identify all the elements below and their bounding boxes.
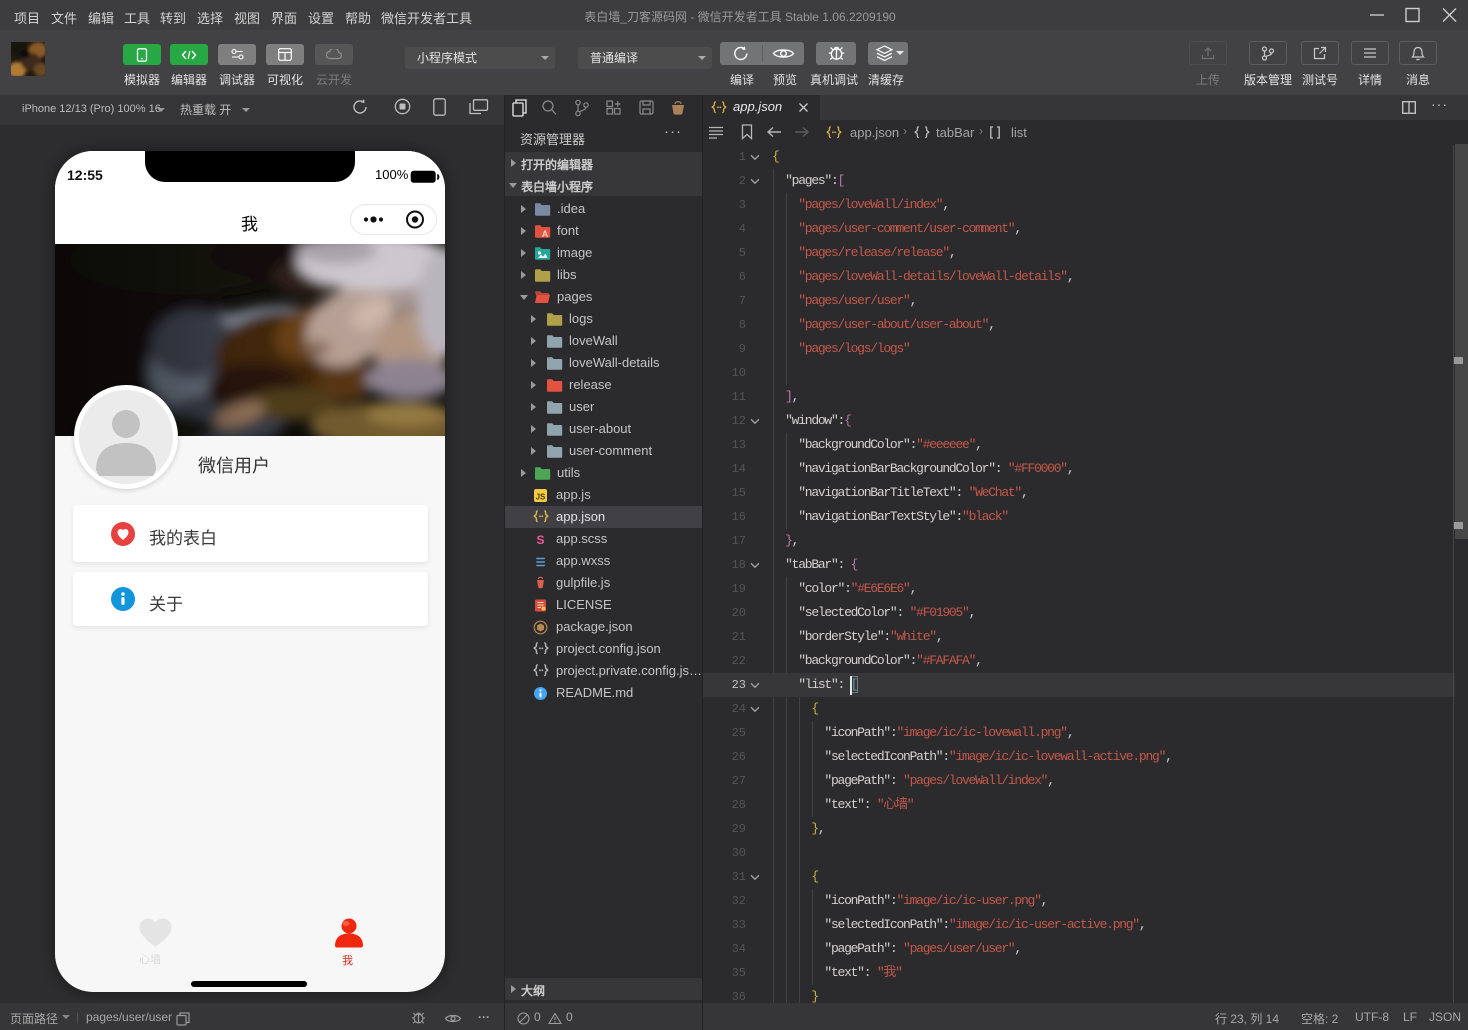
svg-text:JS: JS bbox=[536, 493, 546, 502]
svg-text:S: S bbox=[536, 533, 544, 547]
svg-text:A: A bbox=[542, 229, 549, 238]
svg-text:☰: ☰ bbox=[536, 557, 546, 569]
